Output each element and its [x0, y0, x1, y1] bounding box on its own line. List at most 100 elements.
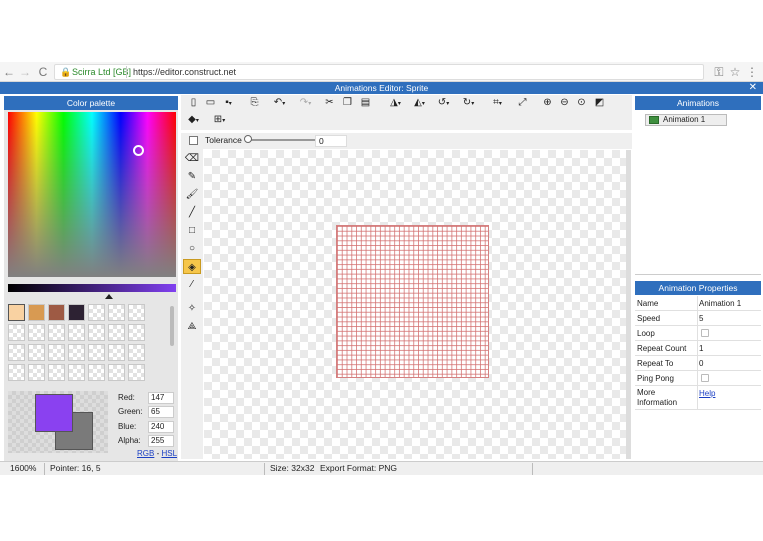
brush-icon[interactable]: 🖌 [183, 187, 201, 202]
palette-swatch[interactable] [8, 304, 25, 321]
alpha-field[interactable]: 255 [148, 435, 174, 447]
palette-swatch[interactable] [48, 324, 65, 341]
red-field[interactable]: 147 [148, 392, 174, 404]
slider-marker-icon[interactable] [105, 294, 113, 299]
rotate-right-icon[interactable]: ↻▾ [462, 97, 475, 110]
palette-swatch[interactable] [28, 324, 45, 341]
palette-swatch[interactable] [88, 304, 105, 321]
palette-swatch[interactable] [68, 364, 85, 381]
rectangle-icon[interactable]: □ [183, 223, 201, 238]
property-value[interactable]: 0 [699, 356, 703, 371]
color-picker-icon[interactable]: ⁄ [183, 277, 201, 292]
zoom-in-icon[interactable]: ⊕ [541, 97, 554, 110]
zoom-reset-icon[interactable]: ⊙ [575, 97, 588, 110]
open-folder-icon[interactable]: ▭ [204, 97, 217, 110]
palette-swatch[interactable] [128, 364, 145, 381]
tolerance-slider[interactable] [245, 139, 315, 141]
palette-swatch[interactable] [68, 324, 85, 341]
rotate-left-icon[interactable]: ↺▾ [437, 97, 450, 110]
sprite-image-grid[interactable] [336, 225, 489, 378]
palette-swatch[interactable] [68, 344, 85, 361]
eraser-icon[interactable]: ⌫ [183, 151, 201, 166]
animation-name: Animation 1 [663, 115, 706, 124]
palette-swatch[interactable] [128, 304, 145, 321]
resize-icon[interactable]: ⤢ [516, 97, 529, 110]
reload-icon[interactable]: C [36, 65, 50, 79]
property-value[interactable]: 5 [699, 311, 703, 326]
save-icon[interactable]: ▪▾ [222, 97, 235, 110]
palette-swatch[interactable] [108, 304, 125, 321]
palette-swatch[interactable] [108, 364, 125, 381]
close-icon[interactable]: ✕ [749, 82, 757, 94]
image-points-icon[interactable]: ⟁ [183, 319, 201, 334]
forward-icon[interactable]: → [18, 65, 32, 79]
undo-icon[interactable]: ↶▾ [273, 97, 286, 110]
rgb-link[interactable]: RGB [137, 449, 154, 458]
palette-swatch[interactable] [8, 324, 25, 341]
back-icon[interactable]: ← [2, 65, 16, 79]
palette-swatch[interactable] [108, 344, 125, 361]
redo-icon[interactable]: ↷▾ [299, 97, 312, 110]
flip-horizontal-icon[interactable]: ◮▾ [389, 97, 402, 110]
primary-color-swatch[interactable] [35, 394, 73, 432]
palette-swatch[interactable] [8, 364, 25, 381]
origin-point-icon[interactable]: ✧ [183, 301, 201, 316]
url-field[interactable]: 🔒 Scirra Ltd [GB] https://editor.constru… [54, 64, 704, 80]
canvas-area[interactable] [204, 150, 631, 459]
help-link[interactable]: Help [699, 388, 715, 400]
ellipse-icon[interactable]: ○ [183, 241, 201, 256]
property-value[interactable]: Animation 1 [699, 296, 741, 311]
tolerance-slider-handle[interactable] [244, 135, 252, 143]
palette-swatch[interactable] [88, 324, 105, 341]
palette-swatch[interactable] [48, 364, 65, 381]
palette-swatch[interactable] [48, 344, 65, 361]
palette-swatch[interactable] [28, 344, 45, 361]
star-icon[interactable]: ☆ [728, 65, 742, 79]
background-toggle-icon[interactable]: ◩ [593, 97, 606, 110]
property-checkbox[interactable] [701, 374, 709, 382]
url-text[interactable]: https://editor.construct.net [133, 67, 236, 78]
palette-swatch[interactable] [8, 344, 25, 361]
paste-icon[interactable]: ▤ [359, 97, 372, 110]
blue-field[interactable]: 240 [148, 421, 174, 433]
property-checkbox[interactable] [701, 329, 709, 337]
grid-icon[interactable]: ⊞▾ [213, 114, 226, 127]
divider [697, 296, 698, 310]
menu-icon[interactable]: ⋮ [745, 65, 759, 79]
canvas-scrollbar[interactable] [626, 150, 631, 459]
animation-thumbnail-icon [649, 116, 659, 124]
color-spectrum[interactable] [8, 112, 176, 277]
animation-list-item[interactable]: Animation 1 [645, 114, 727, 126]
copy-icon[interactable]: ❐ [341, 97, 354, 110]
line-icon[interactable]: ╱ [183, 205, 201, 220]
key-icon[interactable]: ⚿ [712, 65, 726, 79]
palette-swatch[interactable] [48, 304, 65, 321]
palette-swatch[interactable] [108, 324, 125, 341]
tolerance-checkbox[interactable] [189, 136, 198, 145]
hsl-link[interactable]: HSL [161, 449, 177, 458]
cut-icon[interactable]: ✂ [323, 97, 336, 110]
palette-swatch[interactable] [28, 364, 45, 381]
palette-swatch[interactable] [128, 344, 145, 361]
color-picker-cursor[interactable] [133, 145, 144, 156]
palette-swatch[interactable] [68, 304, 85, 321]
palette-scrollbar[interactable] [170, 306, 174, 346]
tolerance-value-field[interactable]: 0 [315, 135, 347, 147]
zoom-out-icon[interactable]: ⊖ [558, 97, 571, 110]
flip-vertical-icon[interactable]: ◭▾ [413, 97, 426, 110]
green-field[interactable]: 65 [148, 406, 174, 418]
export-format: Export Format: PNG [320, 463, 397, 473]
palette-swatch[interactable] [88, 364, 105, 381]
layers-icon[interactable]: ◆▾ [187, 114, 200, 127]
palette-swatch[interactable] [88, 344, 105, 361]
luminance-slider[interactable] [8, 284, 176, 292]
palette-swatch[interactable] [128, 324, 145, 341]
property-value[interactable]: 1 [699, 341, 703, 356]
fill-bucket-icon[interactable]: ◈ [183, 259, 201, 274]
export-icon[interactable]: ⎘ [248, 97, 261, 110]
palette-swatch[interactable] [28, 304, 45, 321]
crop-icon[interactable]: ⌗▾ [491, 97, 504, 110]
new-file-icon[interactable]: ▯ [187, 97, 200, 110]
site-identity[interactable]: Scirra Ltd [GB] [72, 67, 131, 78]
pencil-icon[interactable]: ✎ [183, 169, 201, 184]
